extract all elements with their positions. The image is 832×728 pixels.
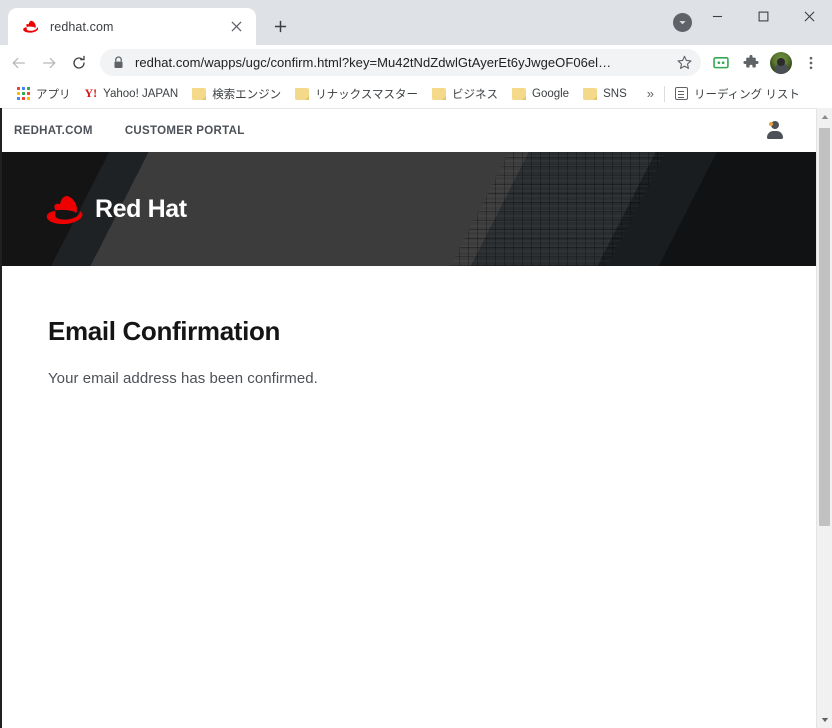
nav-link-redhat-com[interactable]: REDHAT.COM [14, 125, 93, 137]
chevron-down-icon [821, 717, 828, 722]
bookmark-label: 検索エンジン [212, 88, 282, 101]
arrow-right-icon [43, 57, 56, 68]
window-controls [694, 0, 832, 33]
reading-list-icon [674, 87, 688, 100]
bookmark-folder-business[interactable]: ビジネス [425, 83, 505, 105]
scrollbar-track[interactable] [817, 125, 832, 711]
web-page: REDHAT.COM CUSTOMER PORTAL Red Hat Email… [0, 108, 816, 728]
plus-icon [274, 20, 286, 32]
bookmark-label: Google [532, 87, 570, 100]
folder-icon [583, 87, 598, 100]
reload-button[interactable] [64, 48, 94, 78]
red-hat-wordmark: Red Hat [95, 194, 187, 223]
extensions-button[interactable] [736, 48, 766, 78]
redhat-fedora-icon [22, 18, 39, 35]
scrollbar-thumb[interactable] [819, 128, 830, 527]
arrow-left-icon [12, 57, 25, 68]
site-hero-banner: Red Hat [0, 152, 816, 266]
maximize-icon [758, 11, 768, 22]
close-window-button[interactable] [786, 0, 832, 33]
minimize-icon [712, 15, 722, 18]
reading-list-label: リーディング リスト [693, 88, 800, 101]
address-bar[interactable]: redhat.com/wapps/ugc/confirm.html?key=Mu… [100, 49, 701, 76]
url-text: redhat.com/wapps/ugc/confirm.html?key=Mu… [135, 55, 612, 70]
close-icon [804, 11, 814, 22]
reading-list-button[interactable]: リーディング リスト [669, 83, 806, 105]
page-content: Email Confirmation Your email address ha… [0, 266, 816, 387]
bookmark-folder-linux-master[interactable]: リナックスマスター [288, 83, 425, 105]
cast-button[interactable] [706, 48, 736, 78]
scroll-down-button[interactable] [817, 711, 832, 728]
bookmarks-overflow-button[interactable]: » [641, 86, 660, 101]
folder-icon [512, 87, 526, 100]
page-viewport: REDHAT.COM CUSTOMER PORTAL Red Hat Email… [0, 108, 832, 728]
back-button[interactable] [4, 48, 34, 78]
yahoo-icon: Y! [84, 86, 98, 100]
bookmarks-bar: アプリ Y! Yahoo! JAPAN 検索エンジン リナックスマスター ビジネ… [0, 80, 832, 108]
browser-tab[interactable]: redhat.com [8, 8, 256, 45]
reload-icon [73, 55, 85, 69]
confirmation-message: Your email address has been confirmed. [48, 370, 318, 387]
chrome-update-button[interactable] [673, 13, 692, 32]
red-hat-logo[interactable]: Red Hat [44, 194, 187, 225]
chevron-down-icon [679, 21, 686, 25]
chrome-menu-button[interactable] [796, 48, 826, 78]
close-icon[interactable] [226, 17, 246, 37]
bookmark-label: リナックスマスター [315, 88, 418, 101]
folder-icon [432, 87, 446, 100]
apps-grid-icon [17, 87, 30, 100]
minimize-button[interactable] [694, 0, 740, 33]
tab-strip: redhat.com [0, 0, 832, 45]
bookmark-label: アプリ [36, 88, 71, 101]
screen-cast-icon [713, 56, 729, 68]
bookmark-folder-google[interactable]: Google [505, 83, 576, 105]
puzzle-piece-icon [743, 54, 759, 67]
new-tab-button[interactable] [265, 11, 295, 41]
bookmark-item-apps[interactable]: アプリ [10, 83, 78, 105]
page-scrollbar[interactable] [816, 108, 832, 728]
bookmark-folder-sns[interactable]: SNS [576, 83, 634, 105]
bookmark-star-icon[interactable] [672, 51, 696, 75]
forward-button[interactable] [34, 48, 64, 78]
page-title: Email Confirmation [48, 316, 281, 346]
chevron-up-icon [821, 114, 828, 119]
browser-window: redhat.com redhat.com/wapps/ugc/confirm.… [0, 0, 832, 728]
browser-toolbar: redhat.com/wapps/ugc/confirm.html?key=Mu… [0, 45, 832, 80]
nav-link-customer-portal[interactable]: CUSTOMER PORTAL [125, 125, 245, 137]
more-vertical-icon [809, 56, 813, 69]
profile-avatar[interactable] [770, 51, 792, 74]
bookmark-label: SNS [603, 87, 627, 100]
folder-icon [295, 87, 310, 100]
window-left-border [0, 108, 2, 728]
tab-title: redhat.com [50, 19, 114, 34]
red-hat-fedora-logo [44, 194, 84, 225]
bookmark-label: ビジネス [452, 88, 498, 101]
maximize-button[interactable] [740, 0, 786, 33]
scroll-up-button[interactable] [817, 108, 832, 125]
folder-icon [192, 87, 207, 100]
bookmark-label: Yahoo! JAPAN [103, 87, 179, 100]
user-account-icon[interactable] [765, 121, 784, 140]
bookmark-item-yahoo-japan[interactable]: Y! Yahoo! JAPAN [78, 83, 186, 105]
site-top-nav: REDHAT.COM CUSTOMER PORTAL [0, 108, 816, 152]
lock-icon [111, 56, 125, 70]
divider [663, 85, 665, 102]
bookmark-folder-search-engines[interactable]: 検索エンジン [185, 83, 288, 105]
